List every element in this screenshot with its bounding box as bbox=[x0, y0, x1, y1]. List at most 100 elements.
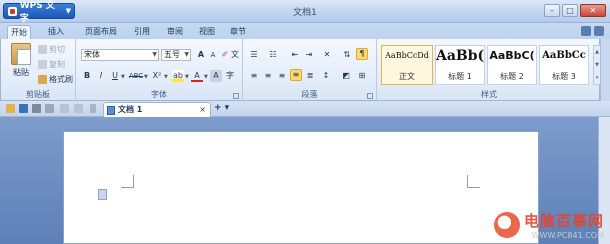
chevron-down-icon[interactable]: ▼ bbox=[144, 74, 148, 80]
paragraph-marker-icon bbox=[98, 189, 107, 200]
align-left-icon[interactable]: ≡ bbox=[248, 70, 260, 82]
underline-button[interactable]: U bbox=[109, 70, 121, 82]
style-name: 正文 bbox=[399, 72, 415, 81]
watermark-url: WWW.PC841.COM bbox=[531, 231, 604, 240]
style-heading-2[interactable]: AaBbC( 标题 2 bbox=[487, 45, 537, 85]
bold-button[interactable]: B bbox=[81, 70, 93, 82]
chevron-down-icon[interactable]: ▼ bbox=[164, 74, 168, 80]
style-sample: AaBbCcDd bbox=[385, 51, 429, 60]
save-icon[interactable] bbox=[19, 104, 28, 113]
sort-icon[interactable]: ⇅ bbox=[341, 49, 353, 61]
window-title: 文档1 bbox=[293, 8, 317, 18]
shading-icon[interactable]: ◩ bbox=[340, 70, 352, 82]
format-painter-button[interactable]: 格式刷 bbox=[38, 74, 73, 85]
document-icon bbox=[107, 106, 115, 115]
chevron-down-icon: ▼ bbox=[184, 51, 189, 58]
close-button[interactable]: ✕ bbox=[580, 4, 606, 17]
style-heading-3[interactable]: AaBbCc 标题 3 bbox=[539, 45, 589, 85]
superscript-button[interactable]: X² bbox=[150, 70, 164, 82]
print-icon[interactable] bbox=[32, 104, 41, 113]
tab-home[interactable]: 开始 bbox=[7, 25, 31, 39]
borders-icon[interactable]: ⊞ bbox=[356, 70, 368, 82]
font-color-button[interactable]: A bbox=[191, 70, 203, 82]
paste-label: 粘贴 bbox=[13, 68, 29, 77]
clipboard-icon bbox=[11, 43, 31, 65]
phonetic-button[interactable]: 字 bbox=[224, 70, 236, 82]
paragraph-dialog-launcher[interactable] bbox=[367, 93, 373, 99]
paste-button[interactable]: 粘贴 bbox=[9, 43, 33, 78]
margin-marker-right bbox=[467, 175, 480, 188]
increase-indent-icon[interactable]: ⇥ bbox=[303, 49, 315, 61]
tab-view[interactable]: 视图 bbox=[195, 25, 219, 39]
redo-icon[interactable] bbox=[74, 104, 83, 113]
style-name: 标题 1 bbox=[448, 72, 472, 81]
clipboard-group-label: 剪贴板 bbox=[26, 90, 50, 99]
watermark-logo bbox=[493, 212, 520, 238]
chevron-down-icon: ▼ bbox=[152, 51, 157, 58]
tab-review[interactable]: 审阅 bbox=[163, 25, 187, 39]
highlight-button[interactable]: ab bbox=[172, 70, 184, 82]
copy-icon bbox=[38, 60, 47, 69]
styles-group: AaBbCcDd 正文 AaBb( 标题 1 AaBbC( 标题 2 AaBbC… bbox=[377, 39, 601, 101]
format-painter-label: 格式刷 bbox=[49, 75, 73, 84]
scissors-icon bbox=[38, 45, 47, 54]
style-name: 标题 2 bbox=[500, 72, 524, 81]
customize-qa-icon[interactable] bbox=[90, 104, 96, 113]
help-icon[interactable] bbox=[594, 26, 604, 36]
font-group-label: 字体 bbox=[151, 90, 167, 99]
maximize-button[interactable]: □ bbox=[562, 4, 578, 17]
document-tab-label: 文档 1 bbox=[118, 105, 143, 114]
align-center-icon[interactable]: ≡ bbox=[262, 70, 274, 82]
minimize-button[interactable]: – bbox=[544, 4, 560, 17]
title-bar: WPS 文字 ▼ 文档1 – □ ✕ bbox=[0, 0, 610, 24]
new-tab-button[interactable]: + ▾ bbox=[214, 103, 229, 113]
chevron-down-icon[interactable]: ▼ bbox=[204, 74, 208, 80]
paragraph-group: ☰ ☷ ⇤ ⇥ ✕ ⇅ ¶ ≡ ≡ ≡ ≡ ≣ ↕ ◩ ⊞ 段落 bbox=[243, 39, 377, 101]
style-name: 标题 3 bbox=[552, 72, 576, 81]
tab-references[interactable]: 引用 bbox=[130, 25, 154, 39]
tab-insert[interactable]: 插入 bbox=[44, 25, 68, 39]
brush-icon bbox=[38, 75, 47, 84]
grow-font-button[interactable]: A bbox=[195, 49, 207, 61]
tab-page-layout[interactable]: 页面布局 bbox=[81, 25, 121, 39]
document-tab[interactable]: 文档 1 × bbox=[103, 102, 211, 117]
line-spacing-icon[interactable]: ↕ bbox=[320, 70, 332, 82]
style-sample: AaBbC( bbox=[489, 49, 535, 62]
window-controls: – □ ✕ bbox=[544, 4, 606, 17]
copy-button[interactable]: 复制 bbox=[38, 59, 65, 70]
bullets-icon[interactable]: ☰ bbox=[248, 49, 260, 61]
open-folder-icon[interactable] bbox=[6, 104, 15, 113]
style-normal[interactable]: AaBbCcDd 正文 bbox=[381, 45, 433, 85]
distributed-icon[interactable]: ≣ bbox=[304, 70, 316, 82]
close-tab-icon[interactable]: × bbox=[199, 103, 206, 117]
justify-icon[interactable]: ≡ bbox=[290, 69, 302, 81]
font-group: 宋体 ▼ 五号 ▼ A A ✐ 文 B I U ▼ ABC ▼ X² ▼ ab … bbox=[76, 39, 243, 101]
chevron-down-icon[interactable]: ▼ bbox=[185, 74, 189, 80]
font-size-select[interactable]: 五号 ▼ bbox=[161, 49, 191, 61]
chinese-layout-icon[interactable]: ✕ bbox=[321, 49, 333, 61]
watermark-brand: 电脑百事网 bbox=[523, 212, 604, 230]
style-sample: AaBb( bbox=[436, 48, 484, 64]
margin-marker-left bbox=[121, 175, 134, 188]
shrink-font-button[interactable]: A bbox=[207, 49, 219, 61]
font-name-select[interactable]: 宋体 ▼ bbox=[81, 49, 159, 61]
print-preview-icon[interactable] bbox=[45, 104, 54, 113]
wen-button[interactable]: 文 bbox=[229, 49, 241, 61]
decrease-indent-icon[interactable]: ⇤ bbox=[289, 49, 301, 61]
numbering-icon[interactable]: ☷ bbox=[267, 49, 279, 61]
ribbon-scrollbar[interactable] bbox=[600, 39, 610, 101]
strikethrough-button[interactable]: ABC bbox=[127, 70, 145, 82]
paragraph-group-label: 段落 bbox=[301, 90, 318, 99]
tab-sections[interactable]: 章节 bbox=[226, 25, 250, 39]
align-right-icon[interactable]: ≡ bbox=[276, 70, 288, 82]
cut-button[interactable]: 剪切 bbox=[38, 44, 65, 55]
char-shading-button[interactable]: A bbox=[210, 70, 222, 82]
style-heading-1[interactable]: AaBb( 标题 1 bbox=[435, 45, 485, 85]
chevron-down-icon[interactable]: ▼ bbox=[121, 74, 125, 80]
italic-button[interactable]: I bbox=[95, 70, 107, 82]
copy-label: 复制 bbox=[49, 60, 65, 69]
collapse-ribbon-icon[interactable] bbox=[581, 26, 591, 36]
show-marks-icon[interactable]: ¶ bbox=[356, 48, 368, 60]
font-dialog-launcher[interactable] bbox=[233, 93, 239, 99]
undo-icon[interactable] bbox=[60, 104, 69, 113]
